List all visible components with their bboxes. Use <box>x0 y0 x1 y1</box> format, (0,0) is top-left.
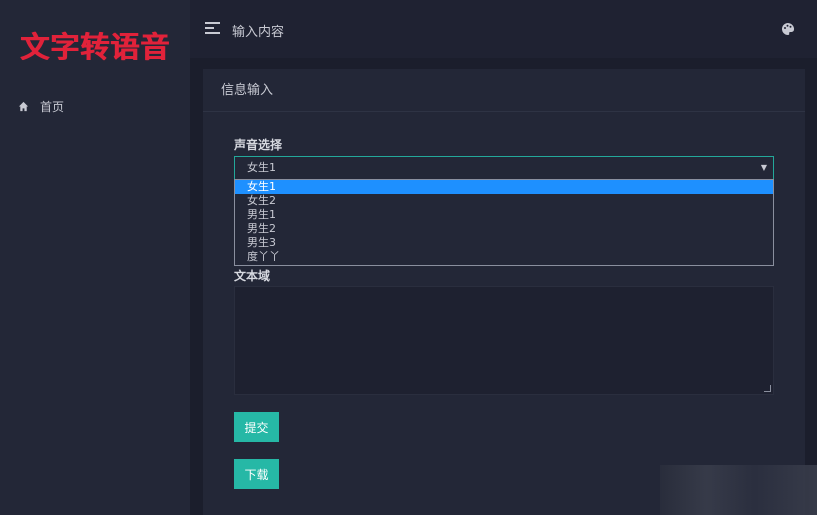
info-input-card: 信息输入 声音选择 女生1 ▼ 女生1 女生2 男生1 男生2 男生3 度丫丫 … <box>203 69 805 515</box>
voice-select[interactable]: 女生1 ▼ <box>234 156 774 180</box>
voice-option[interactable]: 女生1 <box>235 180 773 194</box>
voice-select-label: 声音选择 <box>234 138 283 152</box>
download-button[interactable]: 下载 <box>234 459 279 489</box>
sidebar-item-home[interactable]: 首页 <box>18 97 64 115</box>
voice-option[interactable]: 男生1 <box>235 208 773 222</box>
chevron-down-icon: ▼ <box>760 163 767 172</box>
voice-dropdown-list: 女生1 女生2 男生1 男生2 男生3 度丫丫 <box>234 179 774 266</box>
card-title: 信息输入 <box>203 69 805 112</box>
submit-button[interactable]: 提交 <box>234 412 279 442</box>
app-logo[interactable]: 文字转语音 <box>20 24 170 66</box>
palette-icon[interactable] <box>781 22 795 36</box>
home-icon <box>18 101 29 111</box>
resize-handle-icon[interactable] <box>764 385 771 392</box>
sidebar: 文字转语音 首页 <box>0 0 190 515</box>
voice-option[interactable]: 男生3 <box>235 236 773 250</box>
text-area-input[interactable] <box>234 286 774 395</box>
menu-toggle-icon[interactable] <box>205 22 220 35</box>
header-title: 输入内容 <box>232 25 285 40</box>
voice-option[interactable]: 男生2 <box>235 222 773 236</box>
textarea-label: 文本域 <box>234 269 271 283</box>
voice-select-value: 女生1 <box>247 161 276 174</box>
blurred-watermark <box>660 465 817 515</box>
top-header: 输入内容 <box>190 0 817 58</box>
voice-option[interactable]: 女生2 <box>235 194 773 208</box>
voice-option[interactable]: 度丫丫 <box>235 250 773 264</box>
sidebar-item-label: 首页 <box>40 99 65 114</box>
main-content: 信息输入 声音选择 女生1 ▼ 女生1 女生2 男生1 男生2 男生3 度丫丫 … <box>190 58 817 515</box>
